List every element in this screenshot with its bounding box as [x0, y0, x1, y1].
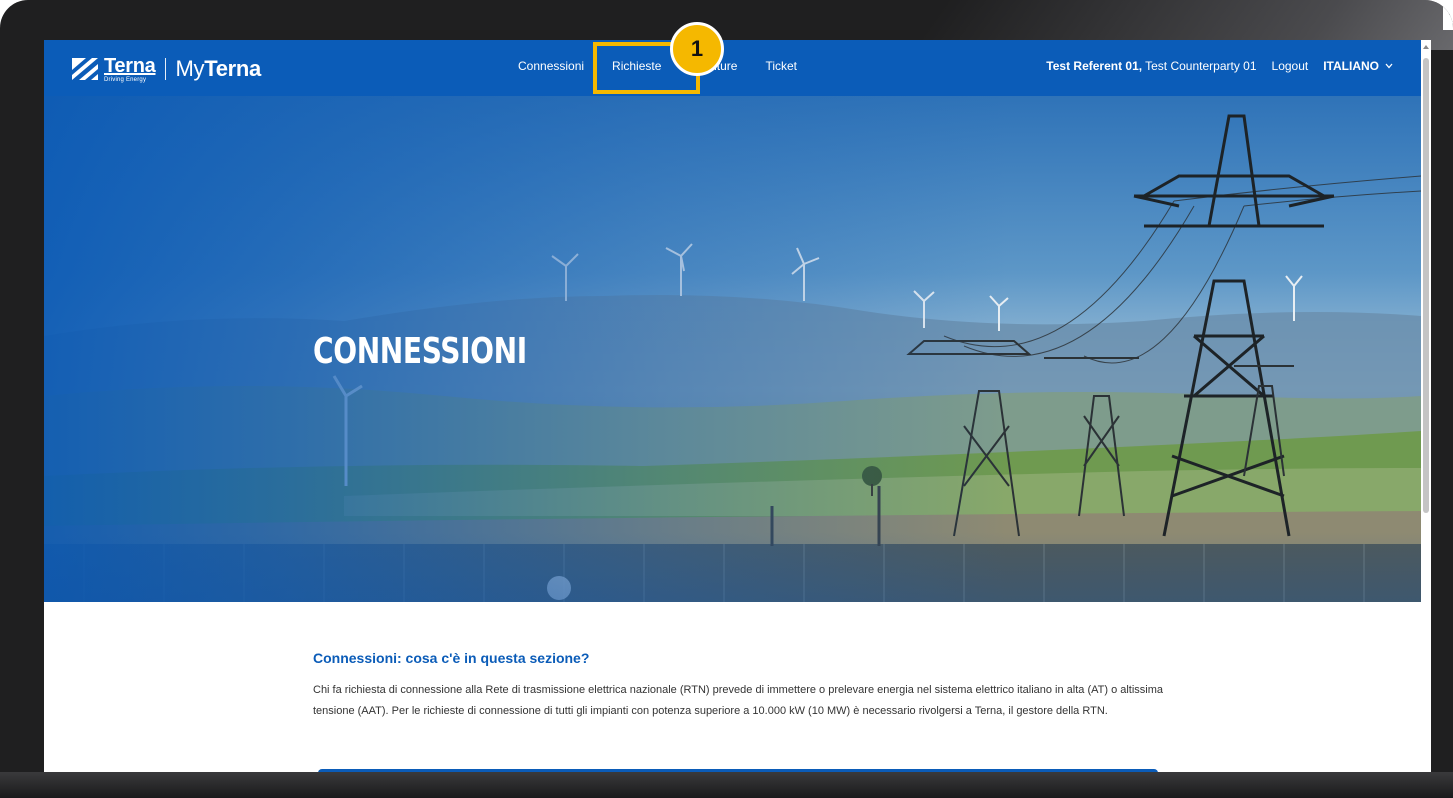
- scrollbar-thumb[interactable]: [1423, 58, 1429, 513]
- chevron-down-icon: [1385, 63, 1393, 69]
- language-selector[interactable]: ITALIANO: [1323, 59, 1393, 73]
- logo-brand: Terna: [104, 54, 156, 77]
- step-callout-badge: 1: [670, 22, 724, 76]
- top-navigation-bar: Terna Driving Energy MyTerna Connessioni…: [44, 40, 1431, 96]
- hero-blue-overlay: [44, 96, 1421, 602]
- hero-banner: CONNESSIONI: [44, 96, 1421, 602]
- user-counterparty: Test Counterparty 01: [1145, 59, 1257, 73]
- myterna-logo[interactable]: Terna Driving Energy MyTerna: [72, 54, 261, 84]
- section-title: Connessioni: cosa c'è in questa sezione?: [313, 650, 590, 666]
- page-scrollbar[interactable]: [1421, 40, 1431, 772]
- laptop-base: [0, 772, 1453, 798]
- browser-viewport: Terna Driving Energy MyTerna Connessioni…: [44, 40, 1431, 772]
- corner-dots-icon: [1449, 3, 1451, 15]
- terna-wordmark: Terna Driving Energy: [104, 54, 156, 83]
- hero-title: CONNESSIONI: [313, 331, 527, 372]
- product-name: MyTerna: [175, 56, 261, 81]
- scroll-up-icon[interactable]: [1422, 43, 1430, 51]
- laptop-bezel: Terna Driving Energy MyTerna Connessioni…: [0, 0, 1453, 798]
- terna-logo-icon: [72, 58, 98, 80]
- nav-item-connessioni[interactable]: Connessioni: [518, 59, 584, 73]
- section-card-top: [318, 769, 1158, 772]
- language-label: ITALIANO: [1323, 59, 1379, 73]
- section-description: Chi fa richiesta di connessione alla Ret…: [313, 684, 1164, 717]
- nav-item-ticket[interactable]: Ticket: [765, 59, 797, 73]
- logout-link[interactable]: Logout: [1272, 59, 1309, 73]
- user-menu: Test Referent 01, Test Counterparty 01 L…: [1046, 59, 1393, 73]
- intro-section: Connessioni: cosa c'è in questa sezione?…: [313, 650, 1173, 722]
- user-name: Test Referent 01,: [1046, 59, 1143, 73]
- hero-bottom-fade: [44, 532, 1421, 602]
- logo-separator: [165, 58, 167, 80]
- logo-tagline: Driving Energy: [104, 76, 147, 83]
